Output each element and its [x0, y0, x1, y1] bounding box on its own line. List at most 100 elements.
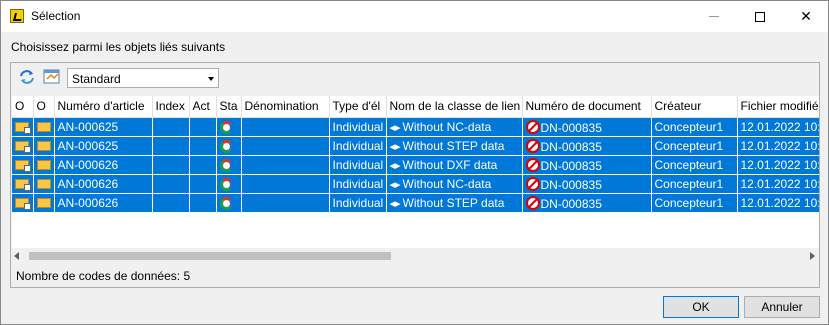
index-cell [152, 155, 190, 175]
row-folder-cell [33, 174, 55, 194]
view-combo-value: Standard [72, 72, 121, 86]
status-cycle-icon [219, 177, 233, 191]
col-header-type[interactable]: Type d'él [329, 96, 387, 118]
maximize-button[interactable] [737, 1, 783, 32]
locked-folder-icon [15, 178, 31, 191]
status-cycle-icon [219, 139, 233, 153]
creator-cell: Concepteur1 [651, 193, 738, 213]
table-row[interactable]: AN-000626 Individual ◂▸ Without STEP data… [12, 193, 819, 213]
col-header-article[interactable]: Numéro d'article [54, 96, 153, 118]
instruction-label: Choisissez parmi les objets liés suivant… [11, 40, 226, 54]
horizontal-scrollbar[interactable] [12, 248, 819, 265]
no-entry-document-icon [525, 177, 540, 191]
table-row[interactable]: AN-000626 Individual ◂▸ Without DXF data … [12, 155, 819, 175]
link-class-text: Without STEP data [402, 195, 505, 210]
selection-panel: Standard O O Numéro d'article Index Act … [10, 62, 820, 288]
index-cell [152, 174, 190, 194]
document-cell: DN-000835 [522, 193, 652, 213]
minimize-button[interactable] [691, 1, 737, 32]
col-header-document[interactable]: Numéro de document [522, 96, 652, 118]
row-folder-cell [33, 136, 55, 156]
folder-icon [36, 121, 51, 132]
results-grid: O O Numéro d'article Index Act Sta Dénom… [12, 96, 819, 261]
link-arrows-icon: ◂▸ [389, 178, 401, 191]
cancel-button[interactable]: Annuler [744, 296, 820, 318]
chevron-down-icon [208, 77, 214, 81]
document-text: DN-000835 [540, 140, 602, 154]
denomination-cell [241, 174, 330, 194]
close-button[interactable]: ✕ [783, 1, 829, 32]
scrollbar-thumb[interactable] [29, 252, 391, 260]
folder-icon [36, 140, 51, 151]
status-cell [216, 174, 242, 194]
document-text: DN-000835 [540, 178, 602, 192]
creator-cell: Concepteur1 [651, 155, 738, 175]
table-row[interactable]: AN-000626 Individual ◂▸ Without NC-data D… [12, 174, 819, 194]
col-header-denomination[interactable]: Dénomination [241, 96, 330, 118]
denomination-cell [241, 155, 330, 175]
status-cell [216, 136, 242, 156]
col-header-link-class[interactable]: Nom de la classe de lien [386, 96, 523, 118]
link-arrows-icon: ◂▸ [389, 197, 401, 210]
row-folder-cell [12, 117, 34, 137]
col-header-creator[interactable]: Créateur [651, 96, 738, 118]
document-text: DN-000835 [540, 159, 602, 173]
link-class-cell: ◂▸ Without DXF data [386, 155, 523, 175]
creator-cell: Concepteur1 [651, 117, 738, 137]
col-header-act[interactable]: Act [189, 96, 217, 118]
locked-folder-icon [15, 140, 31, 153]
minimize-icon [709, 16, 719, 17]
link-class-cell: ◂▸ Without STEP data [386, 136, 523, 156]
folder-icon [36, 159, 51, 170]
scroll-left-icon[interactable] [14, 252, 19, 260]
type-cell: Individual [329, 136, 387, 156]
row-folder-cell [12, 155, 34, 175]
type-cell: Individual [329, 174, 387, 194]
document-cell: DN-000835 [522, 155, 652, 175]
document-text: DN-000835 [540, 121, 602, 135]
refresh-arrows-icon[interactable] [18, 68, 36, 86]
selection-dialog: Sélection ✕ Choisissez parmi les objets … [0, 0, 829, 325]
link-class-text: Without NC-data [402, 176, 492, 191]
locked-folder-icon [15, 159, 31, 172]
table-config-icon[interactable] [43, 68, 61, 86]
type-cell: Individual [329, 117, 387, 137]
col-header-status[interactable]: Sta [216, 96, 242, 118]
table-row[interactable]: AN-000625 Individual ◂▸ Without NC-data D… [12, 117, 819, 137]
denomination-cell [241, 136, 330, 156]
col-header-index[interactable]: Index [152, 96, 190, 118]
col-header-o1[interactable]: O [12, 96, 34, 118]
scroll-right-icon[interactable] [810, 252, 815, 260]
title-bar[interactable]: Sélection ✕ [1, 1, 828, 32]
denomination-cell [241, 117, 330, 137]
status-cycle-icon [219, 158, 233, 172]
index-cell [152, 136, 190, 156]
index-cell [152, 117, 190, 137]
row-folder-cell [12, 136, 34, 156]
close-icon: ✕ [800, 8, 812, 24]
row-folder-cell [33, 117, 55, 137]
no-entry-document-icon [525, 139, 540, 153]
type-cell: Individual [329, 155, 387, 175]
link-class-cell: ◂▸ Without NC-data [386, 174, 523, 194]
modified-cell: 12.01.2022 10:1 [737, 174, 819, 194]
modified-cell: 12.01.2022 10:1 [737, 193, 819, 213]
ok-button[interactable]: OK [663, 296, 739, 318]
col-header-modified[interactable]: Fichier modifié [737, 96, 819, 118]
col-header-o2[interactable]: O [33, 96, 55, 118]
status-cycle-icon [219, 196, 233, 210]
row-folder-cell [33, 155, 55, 175]
no-entry-document-icon [525, 158, 540, 172]
article-cell: AN-000626 [54, 193, 153, 213]
link-class-text: Without DXF data [402, 157, 498, 172]
table-row[interactable]: AN-000625 Individual ◂▸ Without STEP data… [12, 136, 819, 156]
modified-cell: 12.01.2022 10:1 [737, 136, 819, 156]
no-entry-document-icon [525, 196, 540, 210]
link-class-cell: ◂▸ Without NC-data [386, 117, 523, 137]
creator-cell: Concepteur1 [651, 174, 738, 194]
status-cell [216, 193, 242, 213]
locked-folder-icon [15, 197, 31, 210]
act-cell [189, 117, 217, 137]
view-combo[interactable]: Standard [67, 68, 219, 88]
index-cell [152, 193, 190, 213]
